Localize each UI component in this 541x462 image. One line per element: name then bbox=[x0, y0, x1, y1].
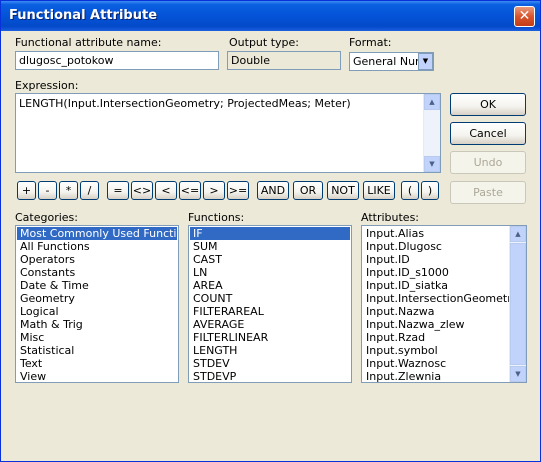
attributes-list[interactable]: Input.Alias Input.Dlugosc Input.ID Input… bbox=[361, 225, 527, 383]
list-item[interactable]: LN bbox=[190, 266, 350, 279]
operator-not-equal-button[interactable]: <> bbox=[131, 181, 153, 200]
list-item[interactable]: LENGTH bbox=[190, 344, 350, 357]
list-item[interactable]: Most Commonly Used Functions bbox=[17, 227, 178, 240]
operator-divide-button[interactable]: / bbox=[80, 181, 99, 200]
window-title: Functional Attribute bbox=[9, 8, 158, 23]
list-item[interactable]: Input.Dlugosc bbox=[363, 240, 509, 253]
list-item[interactable]: Input.IntersectionGeometry bbox=[363, 292, 518, 305]
operator-open-paren-button[interactable]: ( bbox=[401, 181, 419, 200]
operator-greater-equal-button[interactable]: >= bbox=[227, 181, 249, 200]
functions-label: Functions: bbox=[188, 211, 245, 224]
list-item[interactable]: AVERAGE bbox=[190, 318, 350, 331]
undo-button[interactable]: Undo bbox=[450, 151, 526, 174]
list-item[interactable]: IF bbox=[190, 227, 350, 240]
operator-plus-button[interactable]: + bbox=[17, 181, 36, 200]
format-label: Format: bbox=[349, 36, 392, 49]
list-item[interactable]: Text bbox=[17, 357, 177, 370]
list-item[interactable]: Input.Alias bbox=[363, 227, 509, 240]
categories-label: Categories: bbox=[15, 211, 78, 224]
operator-equals-button[interactable]: = bbox=[107, 181, 129, 200]
output-type-label: Output type: bbox=[229, 36, 299, 49]
list-item[interactable]: Input.Waznosc bbox=[363, 357, 509, 370]
operator-and-button[interactable]: AND bbox=[257, 181, 289, 200]
name-field[interactable]: dlugosc_potokow bbox=[15, 51, 219, 70]
list-item[interactable]: Input.Nazwa_zlew bbox=[363, 318, 509, 331]
title-bar[interactable]: Functional Attribute ✕ bbox=[1, 1, 540, 31]
list-item[interactable]: Input.ID_siatka bbox=[363, 279, 509, 292]
list-item[interactable]: Input.symbol bbox=[363, 344, 509, 357]
categories-list[interactable]: Most Commonly Used Functions All Functio… bbox=[15, 225, 179, 383]
list-item[interactable]: Input.ID_s1000 bbox=[363, 266, 509, 279]
list-item[interactable]: FILTERLINEAR bbox=[190, 331, 350, 344]
list-item[interactable]: Date & Time bbox=[17, 279, 177, 292]
scroll-up-icon[interactable]: ▲ bbox=[424, 94, 440, 110]
expression-label: Expression: bbox=[15, 79, 79, 92]
list-item[interactable]: View bbox=[17, 370, 177, 382]
list-item[interactable]: Input.Rzad bbox=[363, 331, 509, 344]
expression-scrollbar[interactable]: ▲ ▼ bbox=[423, 94, 440, 172]
list-item[interactable]: Input.Zlewnia bbox=[363, 370, 509, 382]
close-icon: ✕ bbox=[518, 8, 531, 24]
expression-text: LENGTH(Input.IntersectionGeometry; Proje… bbox=[19, 97, 351, 110]
list-item[interactable]: STDEV bbox=[190, 357, 350, 370]
operator-less-equal-button[interactable]: <= bbox=[179, 181, 201, 200]
list-item[interactable]: Operators bbox=[17, 253, 177, 266]
list-item[interactable]: SUM bbox=[190, 240, 350, 253]
list-item[interactable]: CAST bbox=[190, 253, 350, 266]
operator-like-button[interactable]: LIKE bbox=[363, 181, 395, 200]
dialog-window: Functional Attribute ✕ Functional attrib… bbox=[0, 0, 541, 462]
list-item[interactable]: Input.Nazwa bbox=[363, 305, 509, 318]
list-item[interactable]: Statistical bbox=[17, 344, 177, 357]
format-select[interactable]: General Number ▼ bbox=[349, 52, 434, 71]
operator-less-than-button[interactable]: < bbox=[155, 181, 177, 200]
close-button[interactable]: ✕ bbox=[514, 6, 535, 27]
attributes-label: Attributes: bbox=[361, 211, 420, 224]
scroll-thumb[interactable] bbox=[510, 243, 526, 365]
output-type-field: Double bbox=[227, 51, 341, 70]
chevron-down-icon[interactable]: ▼ bbox=[418, 53, 433, 70]
expression-textarea[interactable]: LENGTH(Input.IntersectionGeometry; Proje… bbox=[15, 93, 441, 173]
list-item[interactable]: AREA bbox=[190, 279, 350, 292]
format-select-value: General Number bbox=[353, 55, 419, 68]
scroll-down-icon[interactable]: ▼ bbox=[510, 366, 526, 382]
list-item[interactable]: Misc bbox=[17, 331, 177, 344]
operator-greater-than-button[interactable]: > bbox=[203, 181, 225, 200]
operator-multiply-button[interactable]: * bbox=[59, 181, 78, 200]
paste-button[interactable]: Paste bbox=[450, 181, 526, 204]
list-item[interactable]: Math & Trig bbox=[17, 318, 177, 331]
list-item[interactable]: COUNT bbox=[190, 292, 350, 305]
list-item[interactable]: All Functions bbox=[17, 240, 177, 253]
attributes-scrollbar[interactable]: ▲ ▼ bbox=[509, 226, 526, 382]
operator-or-button[interactable]: OR bbox=[293, 181, 323, 200]
operator-close-paren-button[interactable]: ) bbox=[421, 181, 439, 200]
operator-not-button[interactable]: NOT bbox=[327, 181, 359, 200]
operator-minus-button[interactable]: - bbox=[38, 181, 57, 200]
cancel-button[interactable]: Cancel bbox=[450, 122, 526, 145]
list-item[interactable]: FILTERAREAL bbox=[190, 305, 350, 318]
name-label: Functional attribute name: bbox=[15, 36, 162, 49]
list-item[interactable]: STDEVP bbox=[190, 370, 350, 382]
list-item[interactable]: Logical bbox=[17, 305, 177, 318]
list-item[interactable]: Geometry bbox=[17, 292, 177, 305]
scroll-up-icon[interactable]: ▲ bbox=[510, 226, 526, 242]
ok-button[interactable]: OK bbox=[450, 93, 526, 116]
list-item[interactable]: Constants bbox=[17, 266, 177, 279]
list-item[interactable]: Input.ID bbox=[363, 253, 509, 266]
functions-list[interactable]: IF SUM CAST LN AREA COUNT FILTERAREAL AV… bbox=[188, 225, 352, 383]
scroll-down-icon[interactable]: ▼ bbox=[424, 156, 440, 172]
